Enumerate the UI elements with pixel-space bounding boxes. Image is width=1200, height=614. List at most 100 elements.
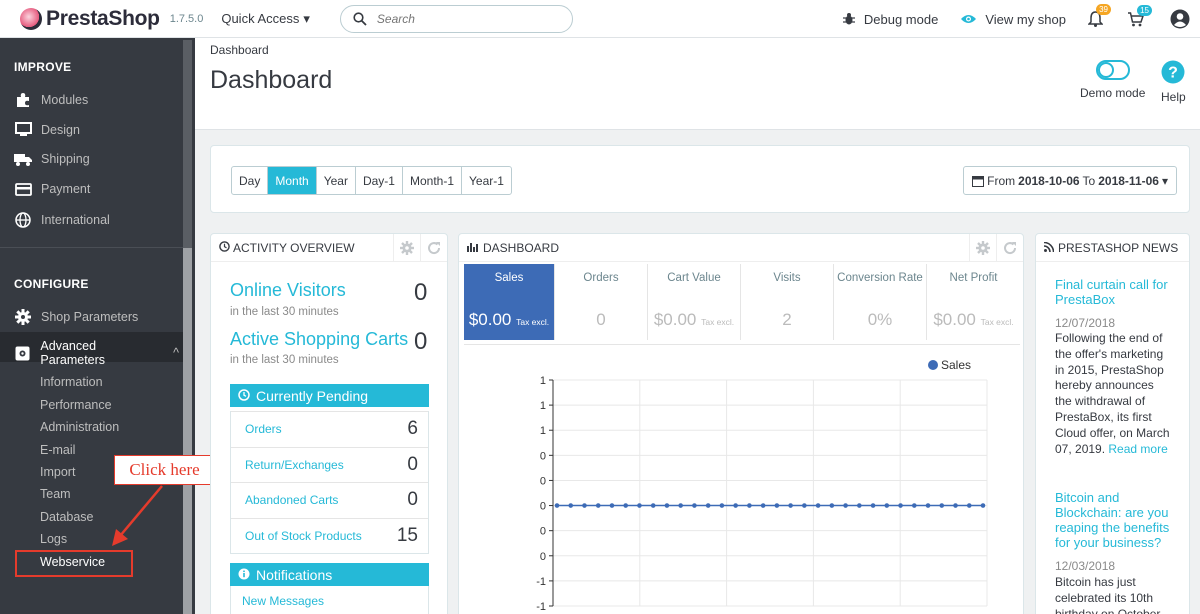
demo-mode-label: Demo mode bbox=[1080, 86, 1146, 100]
sidebar-item-international[interactable]: International bbox=[14, 212, 110, 228]
date-range-picker[interactable]: From 2018-10-06 To 2018-11-06 ▾ bbox=[963, 166, 1177, 195]
kpi-conversion-rate[interactable]: Conversion Rate 0% bbox=[834, 264, 927, 340]
cart-badge: 15 bbox=[1137, 4, 1152, 16]
sidebar-item-label: Payment bbox=[41, 182, 91, 196]
cart-notifications-button[interactable]: 15 bbox=[1127, 4, 1152, 27]
kpi-orders[interactable]: Orders 0 bbox=[555, 264, 648, 340]
currently-pending-header: Currently Pending bbox=[230, 384, 429, 407]
sidebar-scrollbar-thumb[interactable] bbox=[183, 248, 192, 614]
demo-mode-toggle[interactable]: Demo mode bbox=[1080, 60, 1145, 100]
period-month-button[interactable]: Month bbox=[268, 167, 317, 194]
credit-card-icon bbox=[14, 182, 32, 196]
sales-data-point bbox=[733, 503, 738, 508]
online-visitors-value: 0 bbox=[414, 279, 428, 306]
sales-data-point bbox=[774, 503, 780, 508]
news-item-body: Following the end of the offer's marketi… bbox=[1055, 331, 1173, 457]
notifications-header: Notifications bbox=[230, 563, 429, 586]
kpi-label: Cart Value bbox=[667, 272, 721, 284]
sales-data-point bbox=[788, 503, 793, 508]
sidebar-sub-email[interactable]: E-mail bbox=[40, 443, 75, 457]
sidebar-sub-information[interactable]: Information bbox=[40, 375, 103, 389]
y-tick-label: 0 bbox=[540, 526, 546, 538]
activity-overview-title: ACTIVITY OVERVIEW bbox=[233, 240, 355, 255]
sidebar-item-design[interactable]: Design bbox=[14, 122, 80, 137]
pending-row-orders[interactable]: Orders 6 bbox=[231, 411, 428, 447]
kpi-sales[interactable]: Sales $0.00 Tax excl. bbox=[464, 264, 555, 340]
pending-value: 15 bbox=[396, 524, 418, 546]
sidebar-sub-performance[interactable]: Performance bbox=[40, 398, 112, 412]
sales-data-point bbox=[705, 503, 711, 508]
pending-list: Orders 6 Return/Exchanges 0 Abandoned Ca… bbox=[230, 411, 429, 554]
config-gear-icon[interactable] bbox=[393, 234, 420, 262]
period-year-button[interactable]: Year bbox=[317, 167, 356, 194]
prestashop-news-panel: PRESTASHOP NEWS Final curtain call for P… bbox=[1035, 233, 1190, 614]
pending-row-out-of-stock[interactable]: Out of Stock Products 15 bbox=[231, 517, 428, 554]
sales-data-point bbox=[582, 503, 587, 508]
sidebar-sub-team[interactable]: Team bbox=[40, 487, 71, 501]
kpi-value: 0% bbox=[867, 310, 893, 329]
date-to-label: To bbox=[1082, 173, 1096, 188]
bug-icon bbox=[842, 13, 855, 25]
sales-data-point bbox=[595, 503, 601, 508]
quick-access-menu[interactable]: Quick Access ▾ bbox=[221, 11, 310, 27]
notifications-list: New Messages bbox=[230, 586, 429, 614]
kpi-net-profit[interactable]: Net Profit $0.00 Tax excl. bbox=[927, 264, 1020, 340]
sidebar-item-label: Shipping bbox=[41, 152, 90, 166]
sales-data-point bbox=[678, 503, 683, 508]
news-panel-header: PRESTASHOP NEWS bbox=[1036, 234, 1189, 262]
quick-access-label: Quick Access bbox=[221, 11, 300, 26]
sales-data-point bbox=[650, 503, 656, 508]
y-tick-label: 1 bbox=[540, 425, 546, 437]
refresh-icon[interactable] bbox=[996, 234, 1023, 262]
kpi-value: $0.00 bbox=[653, 310, 697, 329]
pending-row-abandoned-carts[interactable]: Abandoned Carts 0 bbox=[231, 482, 428, 518]
sidebar-item-shipping[interactable]: Shipping bbox=[14, 152, 90, 166]
y-tick-label: 0 bbox=[540, 450, 546, 462]
sidebar-item-advanced-parameters[interactable]: Advanced Parameters ^ bbox=[14, 339, 179, 367]
sidebar-sub-logs[interactable]: Logs bbox=[40, 532, 67, 546]
debug-mode-button[interactable]: Debug mode bbox=[842, 12, 938, 27]
news-item-title[interactable]: Bitcoin and Blockchain: are you reaping … bbox=[1055, 490, 1173, 550]
sales-data-point bbox=[623, 503, 629, 508]
sales-data-point bbox=[939, 503, 945, 508]
help-icon: ? bbox=[1161, 60, 1185, 84]
sidebar-item-modules[interactable]: Modules bbox=[14, 92, 88, 108]
bar-chart-icon bbox=[467, 241, 479, 255]
sidebar-sub-database[interactable]: Database bbox=[40, 510, 94, 524]
pending-row-returns[interactable]: Return/Exchanges 0 bbox=[231, 446, 428, 483]
refresh-icon[interactable] bbox=[420, 234, 447, 262]
period-month-1-button[interactable]: Month-1 bbox=[403, 167, 462, 194]
config-gear-icon[interactable] bbox=[969, 234, 996, 262]
search-box[interactable] bbox=[339, 4, 573, 33]
help-button[interactable]: ? Help bbox=[1161, 60, 1186, 104]
active-carts-link[interactable]: Active Shopping Carts bbox=[230, 329, 408, 350]
sidebar-sub-administration[interactable]: Administration bbox=[40, 420, 119, 434]
sidebar-item-shop-parameters[interactable]: Shop Parameters bbox=[14, 309, 138, 325]
sales-data-point bbox=[953, 503, 958, 508]
search-input[interactable] bbox=[376, 11, 547, 26]
prestashop-logo[interactable]: PrestaShop bbox=[20, 7, 160, 31]
currently-pending-title: Currently Pending bbox=[256, 387, 369, 404]
kpi-cart-value[interactable]: Cart Value $0.00 Tax excl. bbox=[648, 264, 741, 340]
new-messages-tab[interactable]: New Messages bbox=[242, 594, 324, 608]
pending-label: Orders bbox=[245, 422, 282, 437]
orders-notifications-button[interactable]: 39 bbox=[1088, 4, 1111, 27]
breadcrumb[interactable]: Dashboard bbox=[210, 43, 269, 57]
sales-data-point bbox=[802, 503, 807, 508]
view-shop-button[interactable]: View my shop bbox=[960, 12, 1066, 27]
read-more-link[interactable]: Read more bbox=[1108, 442, 1167, 456]
kpi-suffix: Tax excl. bbox=[701, 317, 735, 327]
period-day-button[interactable]: Day bbox=[232, 167, 269, 194]
sidebar-item-payment[interactable]: Payment bbox=[14, 182, 90, 196]
period-day-1-button[interactable]: Day-1 bbox=[356, 167, 403, 194]
sidebar-item-label: International bbox=[41, 213, 110, 227]
sidebar-sub-import[interactable]: Import bbox=[40, 465, 75, 479]
period-year-1-button[interactable]: Year-1 bbox=[462, 167, 511, 194]
pending-value: 0 bbox=[407, 489, 418, 511]
kpi-visits[interactable]: Visits 2 bbox=[741, 264, 834, 340]
account-button[interactable] bbox=[1170, 9, 1190, 29]
online-visitors-link[interactable]: Online Visitors bbox=[230, 280, 346, 301]
kpi-tabs: Sales $0.00 Tax excl. Orders 0 Cart Valu… bbox=[464, 264, 1020, 340]
rss-icon bbox=[1043, 241, 1055, 255]
news-item-title[interactable]: Final curtain call for PrestaBox bbox=[1055, 277, 1180, 307]
